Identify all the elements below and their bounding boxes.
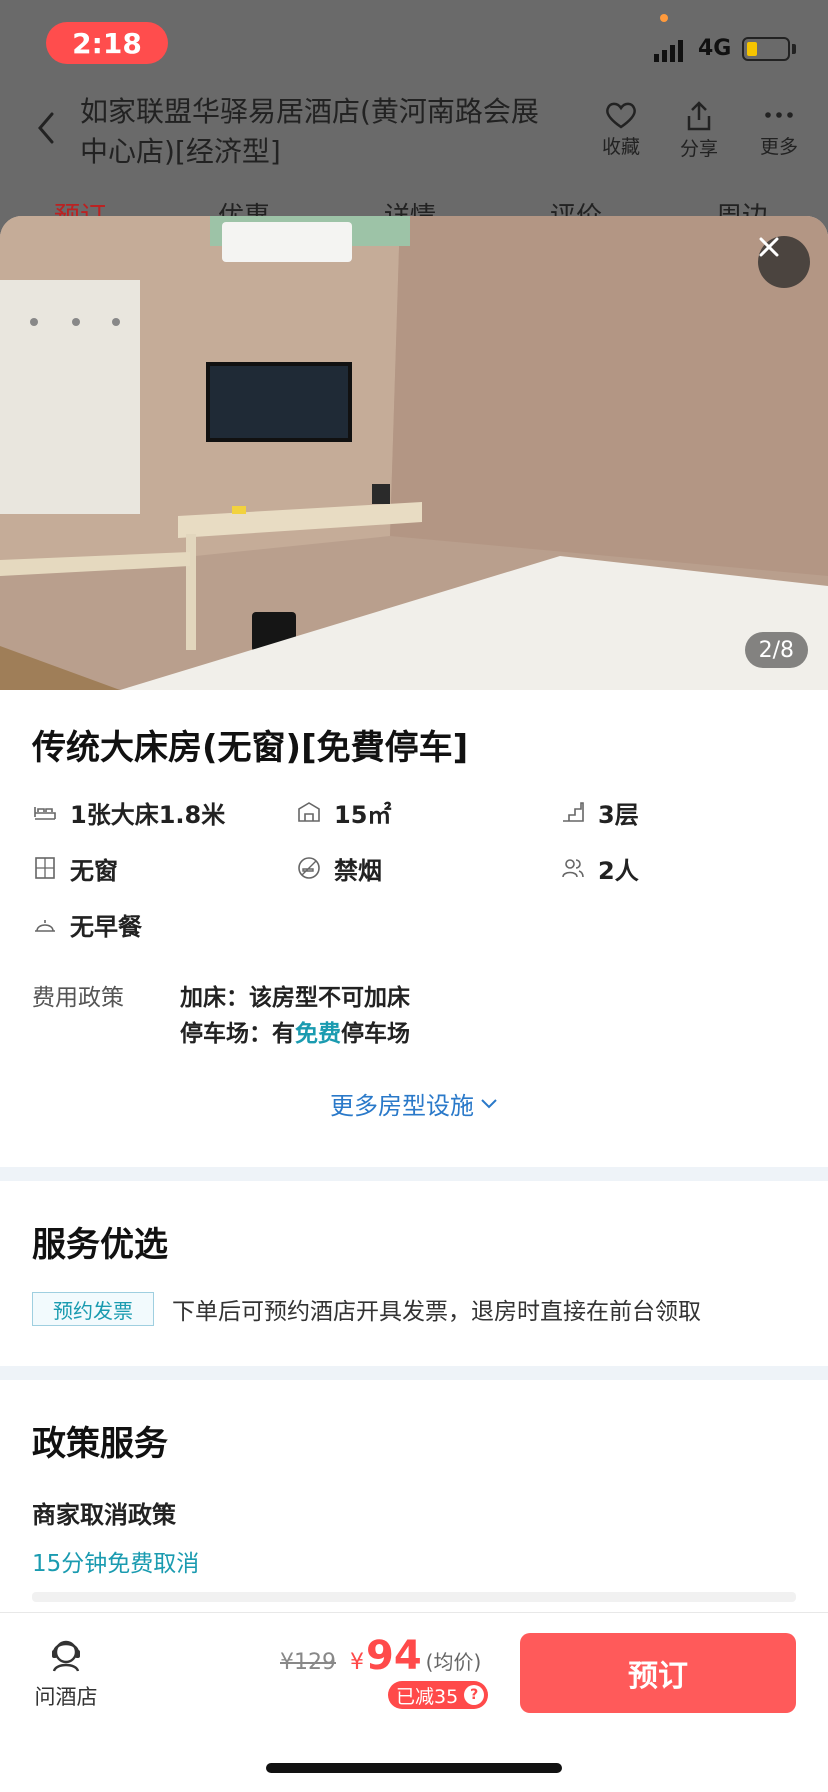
policy-title: 政策服务 [32,1424,168,1464]
customer-service-icon [52,1640,80,1672]
ask-hotel-label: 问酒店 [34,1685,98,1709]
battery-icon [742,37,790,61]
no-smoking-icon [298,857,320,879]
price-box: ¥129 ¥ 94 (均价) 已减35 ? [280,1633,500,1709]
parking-free: 免费 [295,1021,341,1047]
help-icon: ? [464,1685,485,1705]
invoice-tag: 预约发票 [32,1292,154,1326]
policy-timeline [32,1592,796,1602]
facility-bed: 1张大床1.8米 [32,794,296,830]
fee-policy: 费用政策 加床：该房型不可加床 停车场：有免费停车场 [32,980,796,1052]
area-icon [298,802,320,822]
parking-policy: 停车场：有免费停车场 [180,1021,410,1047]
facility-window-text: 无窗 [70,856,118,885]
facility-smoking: 禁烟 [296,850,560,886]
facility-area-text: 15㎡ [334,800,392,829]
close-button[interactable] [758,236,810,288]
invoice-service: 预约发票 下单后可预约酒店开具发票，退房时直接在前台领取 [32,1292,796,1326]
invoice-text: 下单后可预约酒店开具发票，退房时直接在前台领取 [172,1299,701,1325]
window-icon [35,857,55,879]
facility-floor: 3层 [560,794,796,830]
room-title: 传统大床房(无窗)[免費停车] [32,728,469,768]
room-photo[interactable]: 2/8 [0,216,828,690]
facility-breakfast: 无早餐 [32,906,296,942]
discount-badge[interactable]: 已减35 ? [388,1681,489,1709]
facility-window: 无窗 [32,850,296,886]
original-price: ¥129 [280,1650,336,1675]
booking-bar: 问酒店 ¥129 ¥ 94 (均价) 已减35 ? 预订 [0,1612,828,1792]
favorite-label: 收藏 [601,136,640,158]
favorite-button[interactable]: 收藏 [586,100,656,159]
share-button[interactable]: 分享 [664,100,734,161]
facility-grid: 1张大床1.8米 15㎡ 3层 无窗 禁烟 2人 无早餐 [32,794,796,942]
privacy-dot [660,14,668,22]
hotel-name: 如家联盟华驿易居酒店(黄河南路会展中心店)[经济型] [80,95,539,168]
more-facilities-label: 更多房型设施 [330,1092,474,1120]
section-divider [0,1366,828,1380]
background-page: 2:18 4G 如家联盟华驿易居酒店(黄河南路会展中心店)[经济型] 收藏 分享… [0,0,828,240]
room-detail-sheet: 2/8 传统大床房(无窗)[免費停车] 1张大床1.8米 15㎡ 3层 无窗 禁… [0,216,828,1792]
facility-breakfast-text: 无早餐 [70,912,142,941]
guests-icon [562,859,584,878]
photo-counter: 2/8 [744,632,808,668]
facility-area: 15㎡ [296,794,560,830]
network-type: 4G [698,36,732,61]
section-divider [0,1167,828,1181]
cancel-policy-title: 商家取消政策 [32,1501,176,1529]
facility-smoking-text: 禁烟 [334,856,382,885]
heart-icon [606,102,636,129]
facility-floor-text: 3层 [598,800,639,829]
room-info: 传统大床房(无窗)[免費停车] 1张大床1.8米 15㎡ 3层 无窗 禁烟 2人… [0,690,828,1121]
avg-label: (均价) [425,1650,482,1674]
policy-section: 政策服务 商家取消政策 15分钟免费取消 [0,1380,828,1602]
cancel-policy-value: 15分钟免费取消 [32,1551,200,1577]
discount-text: 已减35 [396,1685,459,1708]
battery-cap [792,44,796,54]
extra-bed-policy: 加床：该房型不可加床 [180,985,410,1011]
service-section: 服务优选 预约发票 下单后可预约酒店开具发票，退房时直接在前台领取 [0,1181,828,1326]
home-indicator [266,1763,562,1773]
signal-icon [654,36,688,62]
room-photo-illustration [0,216,828,690]
bed-icon [34,807,56,820]
back-icon[interactable] [32,108,62,148]
status-time: 2:18 [46,22,168,64]
breakfast-icon [35,920,55,932]
close-icon [759,237,779,257]
more-facilities-link[interactable]: 更多房型设施 [32,1086,796,1121]
ask-hotel-button[interactable]: 问酒店 [32,1635,100,1711]
more-icon [765,112,793,118]
book-button[interactable]: 预订 [520,1633,796,1713]
fee-policy-label: 费用政策 [32,985,124,1011]
chevron-down-icon [481,1098,497,1108]
service-title: 服务优选 [32,1225,168,1265]
currency-symbol: ¥ [350,1650,364,1675]
facility-bed-text: 1张大床1.8米 [70,800,226,829]
fee-policy-lines: 加床：该房型不可加床 停车场：有免费停车场 [180,980,410,1052]
current-price: 94 [366,1633,422,1679]
share-label: 分享 [679,138,718,160]
facility-guests-text: 2人 [598,856,639,885]
more-label: 更多 [759,136,798,158]
facility-guests: 2人 [560,850,796,886]
share-icon [687,101,711,131]
floor-icon [563,802,584,822]
more-button[interactable]: 更多 [744,100,814,159]
